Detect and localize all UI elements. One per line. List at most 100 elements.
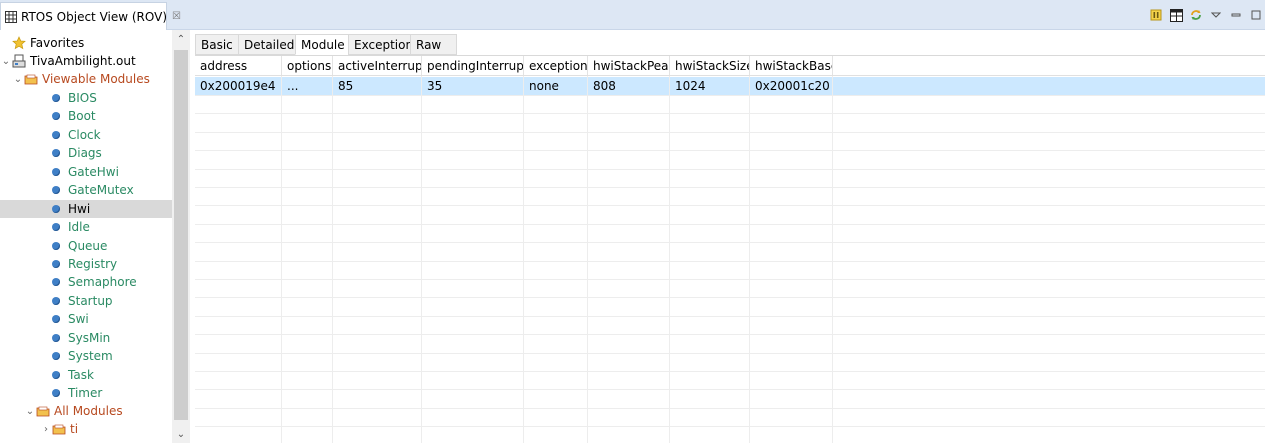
cell-address: 0x200019e4 [195, 77, 282, 95]
tree-label-bios: BIOS [68, 91, 97, 105]
tree-item-swi[interactable]: Swi [0, 310, 172, 328]
tab-detailed[interactable]: Detailed [238, 34, 295, 55]
grid-row-line [195, 316, 1265, 317]
module-icon [52, 186, 60, 194]
cell-options[interactable]: ... [282, 77, 333, 95]
tree-item-diags[interactable]: Diags [0, 144, 172, 162]
tree-item-gatehwi[interactable]: GateHwi [0, 163, 172, 181]
table-icon [5, 10, 17, 23]
cell-pending-interrupt: 35 [422, 77, 524, 95]
pause-icon[interactable] [1149, 8, 1163, 22]
tree-label-all-modules: All Modules [54, 404, 123, 418]
module-icon [52, 371, 60, 379]
tree-label-hwi: Hwi [68, 202, 91, 216]
tree-item-semaphore[interactable]: Semaphore [0, 273, 172, 291]
tree-item-timer[interactable]: Timer [0, 384, 172, 402]
tree-label-swi: Swi [68, 312, 89, 326]
tree-item-hwi[interactable]: Hwi [0, 200, 172, 218]
tree-item-favorites[interactable]: Favorites [0, 34, 172, 52]
grid-row-line [195, 205, 1265, 206]
tree-label-idle: Idle [68, 220, 90, 234]
tree-item-program[interactable]: ⌄ TivaAmbilight.out [0, 52, 172, 70]
grid-row-line [195, 150, 1265, 151]
tree-item-system[interactable]: System [0, 347, 172, 365]
tree-item-sysmin[interactable]: SysMin [0, 329, 172, 347]
tab-exception[interactable]: Exception [348, 34, 413, 55]
tree-label-ti: ti [70, 422, 79, 436]
column-header-options[interactable]: options [282, 56, 333, 75]
tab-raw[interactable]: Raw [410, 34, 457, 55]
module-icon [52, 260, 60, 268]
grid-row-line [195, 389, 1265, 390]
tree-label-clock: Clock [68, 128, 101, 142]
view-title: RTOS Object View (ROV) [21, 9, 168, 24]
tree-label-viewable-modules: Viewable Modules [42, 72, 150, 86]
cell-exception: none [524, 77, 588, 95]
tab-basic[interactable]: Basic [195, 34, 238, 55]
chevron-right-icon[interactable]: › [40, 424, 52, 435]
column-header-exception[interactable]: exception [524, 56, 588, 75]
cell-hwi-stack-base: 0x20001c20 [750, 77, 833, 95]
module-icon [52, 223, 60, 231]
scrollbar-thumb[interactable] [174, 50, 188, 420]
tree-item-startup[interactable]: Startup [0, 292, 172, 310]
grid-row-line [195, 408, 1265, 409]
tree-label-sysmin: SysMin [68, 331, 111, 345]
module-icon [52, 334, 60, 342]
table-row[interactable]: 0x200019e4 ... 85 35 none 808 1024 0x200… [195, 77, 1265, 95]
column-header-hwi-stack-peak[interactable]: hwiStackPeak [588, 56, 670, 75]
tree-label-program: TivaAmbilight.out [30, 54, 136, 68]
grid-icon[interactable] [1169, 8, 1183, 22]
column-header-address[interactable]: address [195, 56, 282, 75]
grid-row-line [195, 187, 1265, 188]
column-header-hwi-stack-base[interactable]: hwiStackBase [750, 56, 833, 75]
grid-row-line [195, 95, 1265, 96]
grid-row-line [195, 169, 1265, 170]
tree-label-task: Task [68, 368, 94, 382]
grid-row-line [195, 371, 1265, 372]
column-header-active-interrupt[interactable]: activeInterrupt [333, 56, 422, 75]
minimize-icon[interactable] [1229, 8, 1243, 22]
tree-item-gatemutex[interactable]: GateMutex [0, 181, 172, 199]
scroll-up-icon[interactable]: ⌃ [172, 32, 190, 48]
tree-label-queue: Queue [68, 239, 108, 253]
module-icon [52, 205, 60, 213]
view-menu-icon[interactable] [1209, 8, 1223, 22]
chevron-down-icon[interactable]: ⌄ [24, 406, 36, 417]
column-header-pending-interrupt[interactable]: pendingInterrupt [422, 56, 524, 75]
folder-icon [52, 422, 66, 436]
tree-label-startup: Startup [68, 294, 113, 308]
program-icon [12, 54, 26, 68]
tree-scrollbar[interactable]: ⌃ ⌄ [172, 30, 190, 443]
view-toolbar [1149, 6, 1265, 24]
tree-item-queue[interactable]: Queue [0, 237, 172, 255]
grid-row-line [195, 297, 1265, 298]
refresh-icon[interactable] [1189, 8, 1203, 22]
view-tab-rov[interactable]: RTOS Object View (ROV) ☒ [0, 2, 181, 30]
tree-item-viewable-modules[interactable]: ⌄ Viewable Modules [0, 70, 172, 88]
grid-row-line [195, 334, 1265, 335]
grid-row-line [195, 261, 1265, 262]
maximize-icon[interactable] [1249, 8, 1263, 22]
chevron-down-icon[interactable]: ⌄ [12, 74, 24, 85]
tree-item-ti[interactable]: › ti [0, 420, 172, 438]
module-icon [52, 278, 60, 286]
tree-item-idle[interactable]: Idle [0, 218, 172, 236]
tab-module[interactable]: Module [295, 34, 348, 55]
tree-label-boot: Boot [68, 109, 96, 123]
close-icon[interactable]: ☒ [172, 11, 181, 22]
scroll-down-icon[interactable]: ⌄ [172, 427, 190, 443]
tree-label-semaphore: Semaphore [68, 275, 137, 289]
chevron-down-icon[interactable]: ⌄ [0, 56, 12, 67]
tree-item-registry[interactable]: Registry [0, 255, 172, 273]
grid-row-line [195, 426, 1265, 427]
tree-item-task[interactable]: Task [0, 366, 172, 384]
module-icon [52, 131, 60, 139]
tree-label-diags: Diags [68, 146, 102, 160]
tree-item-boot[interactable]: Boot [0, 107, 172, 125]
tree-item-all-modules[interactable]: ⌄ All Modules [0, 402, 172, 420]
tree-item-bios[interactable]: BIOS [0, 89, 172, 107]
column-header-hwi-stack-size[interactable]: hwiStackSize [670, 56, 750, 75]
tree-item-clock[interactable]: Clock [0, 126, 172, 144]
tree-label-system: System [68, 349, 113, 363]
